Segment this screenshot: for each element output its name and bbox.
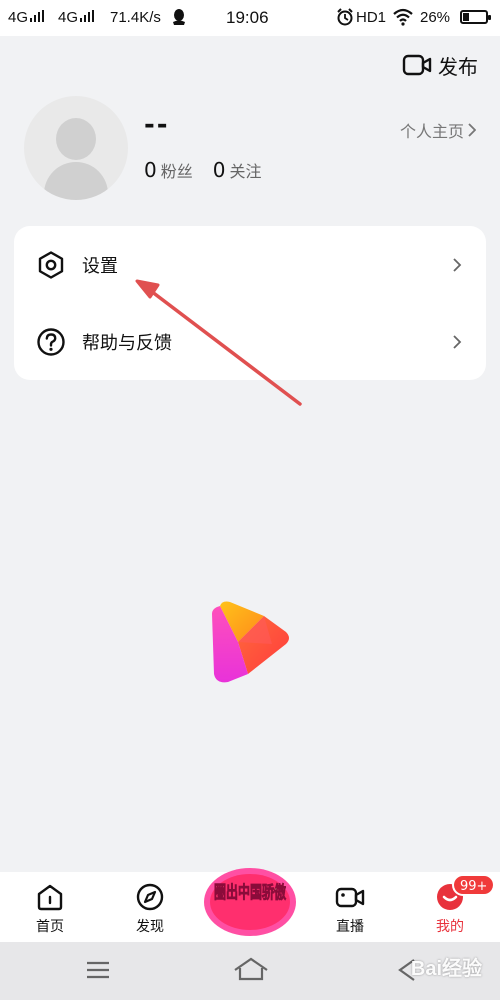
username[interactable]: -- [144, 110, 170, 140]
signal-icon [80, 10, 95, 22]
help-question-icon [37, 327, 65, 356]
profile-stats: 0 粉丝 0 关注 [144, 158, 262, 182]
avatar[interactable] [24, 96, 128, 200]
home-icon [37, 884, 63, 911]
nav-discover-label: 发现 [136, 919, 164, 935]
video-camera-icon [402, 54, 432, 76]
battery-icon [456, 9, 491, 27]
nav-home[interactable]: 首页 [10, 882, 90, 936]
network-2-label: 4G [58, 9, 79, 26]
nav-live[interactable]: 直播 [310, 882, 390, 936]
nav-discover[interactable]: 发现 [110, 882, 190, 936]
promo-label: 圈出中国骄傲 [214, 882, 287, 903]
nav-live-label: 直播 [336, 919, 364, 935]
alarm-icon [336, 8, 354, 31]
network-speed: 71.4K/s [110, 9, 161, 26]
network-2: 4G [58, 9, 95, 27]
home-outline-icon[interactable] [232, 956, 270, 982]
hd-indicator: HD1 [356, 9, 387, 26]
menu-item-settings[interactable]: 设置 [14, 226, 486, 303]
qq-icon [172, 8, 186, 31]
following-count: 0 [212, 158, 226, 182]
menu-card: 设置 帮助与反馈 [14, 226, 486, 380]
chevron-right-icon [453, 257, 462, 272]
help-label: 帮助与反馈 [82, 332, 172, 354]
network-1-label: 4G [8, 9, 29, 26]
watermark: Bai经验 [410, 958, 482, 980]
following-stat[interactable]: 0 关注 [213, 158, 262, 182]
battery-percent: 26% [420, 9, 451, 26]
chevron-right-icon [453, 334, 462, 349]
publish-label: 发布 [438, 54, 478, 79]
fans-count: 0 [144, 158, 157, 182]
publish-button[interactable]: 发布 [402, 50, 478, 80]
following-label: 关注 [229, 162, 262, 181]
promo-button[interactable]: 圈出中国骄傲 [200, 862, 300, 942]
wifi-icon [393, 8, 413, 31]
menu-icon[interactable] [86, 960, 110, 980]
notification-badge: 99+ [452, 874, 496, 896]
app-logo [212, 601, 289, 683]
chevron-right-icon [468, 123, 476, 137]
settings-hexagon-icon [38, 250, 64, 279]
status-bar: 4G 4G 71.4K/s 19:06 HD1 26% [0, 0, 500, 36]
settings-label: 设置 [82, 255, 118, 277]
compass-icon [136, 883, 164, 911]
network-1: 4G [8, 9, 45, 27]
signal-icon [30, 10, 45, 22]
clock: 19:06 [226, 8, 269, 27]
profile-link[interactable]: 个人主页 [400, 118, 476, 142]
nav-home-label: 首页 [36, 919, 64, 935]
live-camera-icon [335, 887, 365, 908]
fans-stat[interactable]: 0 粉丝 [144, 158, 193, 182]
fans-label: 粉丝 [160, 162, 193, 181]
nav-me-label: 我的 [436, 919, 464, 935]
menu-item-help[interactable]: 帮助与反馈 [14, 303, 486, 380]
profile-link-label: 个人主页 [399, 122, 464, 141]
